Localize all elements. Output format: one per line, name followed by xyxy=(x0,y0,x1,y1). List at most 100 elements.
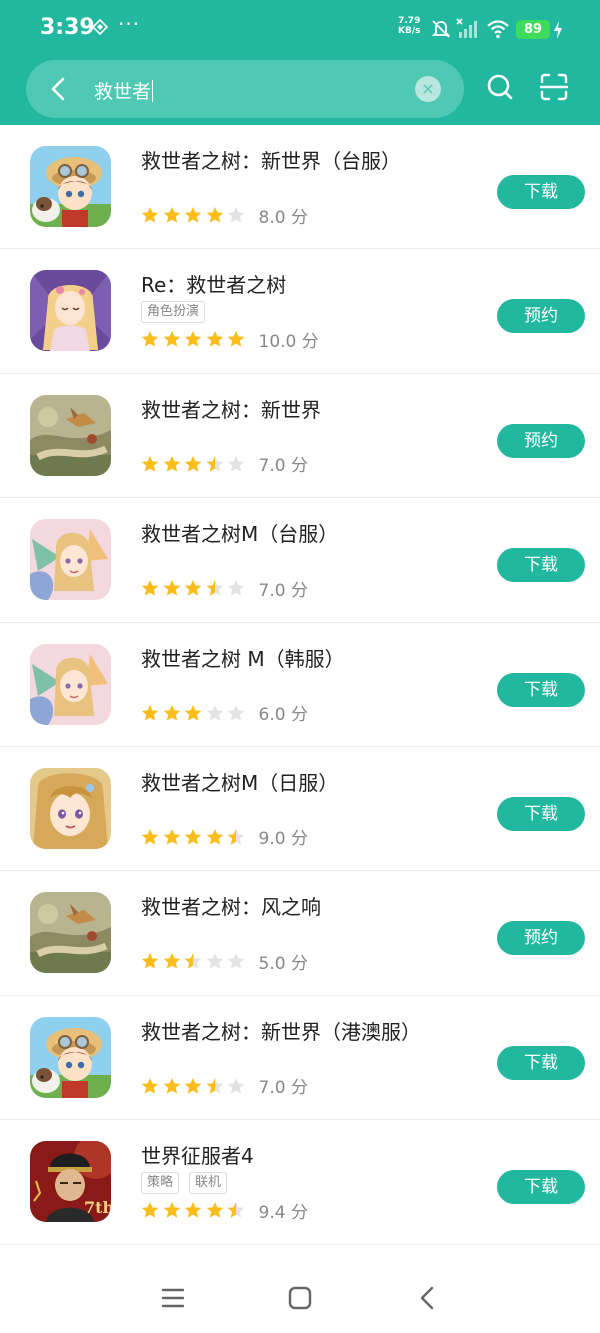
app-title[interactable]: 救世者之树 M（韩服） xyxy=(141,643,345,672)
app-list-item[interactable]: Re：救世者之树角色扮演 10.0 分 预约 xyxy=(0,249,600,374)
network-speed: 7.79 KB/s xyxy=(398,16,421,36)
rating: 5.0 分 xyxy=(141,950,308,974)
app-title[interactable]: 世界征服者4 xyxy=(141,1140,254,1169)
category-tag: 角色扮演 xyxy=(141,301,206,324)
star-icon-empty xyxy=(227,704,245,721)
star-icon-full xyxy=(184,580,202,596)
app-list-item[interactable]: 救世者之树：新世界（台服） 8.0 分 下载 xyxy=(0,125,600,250)
app-header: 3:39 ··· 7.79 KB/s 89 救世者 × xyxy=(0,0,600,125)
clear-icon[interactable]: × xyxy=(415,76,441,102)
search-input[interactable]: 救世者 xyxy=(94,77,154,104)
app-icon[interactable] xyxy=(30,519,111,601)
star-icon-full xyxy=(163,828,180,845)
rating-score: 9.4 分 xyxy=(258,1202,308,1223)
reserve-button[interactable]: 预约 xyxy=(497,423,585,458)
download-button[interactable]: 下载 xyxy=(497,796,585,831)
app-list-item[interactable]: 7th 世界征服者4 策略 联机 9.4 分 下载 xyxy=(0,1120,600,1245)
scan-icon[interactable] xyxy=(539,72,569,102)
app-icon[interactable] xyxy=(30,767,111,849)
menu-icon[interactable] xyxy=(160,1285,186,1311)
star-icon-full xyxy=(206,828,223,845)
star-icon-full xyxy=(141,828,159,845)
category-tag: 策略 xyxy=(141,1172,180,1195)
download-button[interactable]: 下载 xyxy=(497,672,585,707)
app-title[interactable]: 救世者之树：新世界（台服） xyxy=(141,145,401,174)
star-icon-full xyxy=(184,828,202,845)
status-bar: 3:39 ··· 7.79 KB/s 89 xyxy=(0,0,600,56)
star-icon-full xyxy=(163,1077,180,1094)
rating: 9.0 分 xyxy=(141,826,308,850)
rating: 6.0 分 xyxy=(141,702,308,726)
app-title[interactable]: Re：救世者之树 xyxy=(141,269,286,298)
svg-text:7th: 7th xyxy=(84,1198,111,1217)
app-icon[interactable] xyxy=(30,892,111,974)
star-icon-full xyxy=(184,331,202,347)
app-list-item[interactable]: 救世者之树：新世界 7.0 分 预约 xyxy=(0,374,600,499)
search-box[interactable]: 救世者 × xyxy=(26,60,464,118)
star-icon-empty xyxy=(227,1077,245,1094)
star-icon-full xyxy=(141,953,159,969)
app-list-item[interactable]: 救世者之树 M（韩服） 6.0 分 下载 xyxy=(0,623,600,747)
rating-score: 6.0 分 xyxy=(258,705,308,726)
tag-list: 角色扮演 xyxy=(141,301,206,324)
rating: 7.0 分 xyxy=(141,577,308,601)
system-navigation-bar xyxy=(0,1260,600,1333)
app-icon[interactable] xyxy=(30,1016,111,1098)
star-icon-full xyxy=(141,455,159,472)
app-title[interactable]: 救世者之树M（日服） xyxy=(141,767,338,796)
app-title[interactable]: 救世者之树：风之响 xyxy=(141,891,321,920)
rating-score: 9.0 分 xyxy=(258,829,308,850)
search-icon[interactable] xyxy=(485,72,515,102)
star-icon-full xyxy=(163,331,180,347)
star-icon-full xyxy=(163,455,180,472)
rating-score: 8.0 分 xyxy=(258,207,308,228)
search-results-list: 救世者之树：新世界（台服） 8.0 分下载 Re：救世者之树 角色扮演 10.0 分预约… xyxy=(0,125,600,1245)
star-icon-full xyxy=(184,1077,202,1094)
star-icon-full xyxy=(206,331,223,347)
reserve-button[interactable]: 预约 xyxy=(497,921,585,956)
star-icon-half xyxy=(206,1077,223,1094)
home-icon[interactable] xyxy=(287,1285,313,1311)
app-icon[interactable] xyxy=(30,394,111,476)
star-icon-empty xyxy=(206,953,223,969)
star-icon-half xyxy=(227,1202,245,1218)
download-button[interactable]: 下载 xyxy=(497,1170,585,1205)
category-tag: 联机 xyxy=(189,1172,228,1195)
app-list-item[interactable]: 救世者之树M（台服） 7.0 分 下载 xyxy=(0,498,600,623)
star-icon-full xyxy=(206,1202,223,1218)
app-title[interactable]: 救世者之树：新世界 xyxy=(141,394,321,423)
star-icon-full xyxy=(184,704,202,721)
app-title[interactable]: 救世者之树：新世界（港澳服） xyxy=(141,1016,421,1045)
battery-level: 89 xyxy=(516,20,550,39)
back-arrow-icon[interactable] xyxy=(46,76,72,102)
star-icon-full xyxy=(163,953,180,969)
rating: 10.0 分 xyxy=(141,328,319,352)
app-list-item[interactable]: 救世者之树M（日服） 9.0 分 下载 xyxy=(0,747,600,872)
rating-score: 5.0 分 xyxy=(258,953,308,974)
app-icon[interactable] xyxy=(30,643,111,725)
rating-score: 7.0 分 xyxy=(258,1078,308,1099)
app-list-item[interactable]: 救世者之树：风之响 5.0 分 预约 xyxy=(0,871,600,996)
download-button[interactable]: 下载 xyxy=(497,1045,585,1080)
app-title[interactable]: 救世者之树M（台服） xyxy=(141,518,338,547)
app-icon[interactable] xyxy=(30,270,111,352)
star-icon-full xyxy=(141,1077,159,1094)
star-icon-full xyxy=(163,207,180,223)
back-icon[interactable] xyxy=(415,1285,441,1311)
download-button[interactable]: 下载 xyxy=(497,548,585,583)
star-icon-full xyxy=(163,704,180,721)
app-icon[interactable]: 7th xyxy=(30,1141,111,1223)
star-icon-full xyxy=(141,207,159,223)
wifi-icon xyxy=(487,20,509,39)
star-icon-empty xyxy=(227,455,245,472)
star-icon-half xyxy=(227,828,245,845)
app-list-item[interactable]: 救世者之树：新世界（港澳服） 7.0 分 下载 xyxy=(0,996,600,1121)
star-icon-empty xyxy=(227,953,245,969)
reserve-button[interactable]: 预约 xyxy=(497,299,585,334)
more-notifications-icon: ··· xyxy=(118,12,141,36)
download-button[interactable]: 下载 xyxy=(497,175,585,209)
rating-score: 7.0 分 xyxy=(258,456,308,477)
star-icon-full xyxy=(141,1202,159,1218)
rating: 7.0 分 xyxy=(141,1075,308,1099)
app-icon[interactable] xyxy=(30,146,111,227)
